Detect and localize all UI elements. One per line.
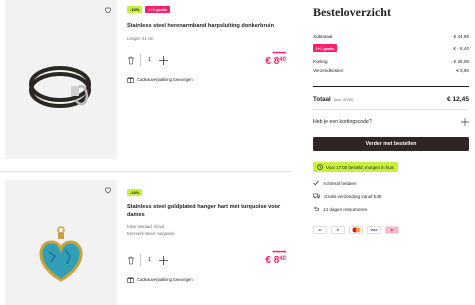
plus-icon[interactable] (158, 55, 168, 65)
new-price: € 840 (265, 255, 286, 266)
visa-logo-icon: VISA (367, 226, 381, 234)
trash-icon[interactable] (127, 56, 135, 65)
check-icon (313, 180, 319, 186)
shipping-row: Verzendkosten € 3,95 (313, 68, 469, 73)
discount-row: Korting - € 26,08 (313, 59, 469, 64)
subtotal-value: € 44,96 (453, 34, 469, 39)
promo-value: € - 8,40 (453, 45, 469, 51)
usp-item: Achteraf betalen (313, 180, 356, 186)
gift-icon (127, 77, 134, 83)
cart-item: -10% Stainless steel goldplated hanger h… (0, 180, 290, 305)
subtotal-row: Subtotaal € 44,96 (313, 34, 469, 39)
divider (140, 254, 141, 266)
heart-icon[interactable] (104, 186, 112, 194)
checkout-button[interactable]: Verder met bestellen (313, 137, 469, 151)
product-labels: -10% (127, 189, 143, 197)
trash-icon[interactable] (127, 256, 135, 265)
shipping-value: € 3,95 (456, 68, 469, 73)
discount-badge: -10% (127, 6, 143, 14)
usp-item: 14 dagen retourneren (313, 206, 367, 212)
return-icon (314, 206, 319, 211)
cart-item: -10% 1+1 gratis Stainless steel herenarm… (0, 0, 290, 162)
total-value: € 12,45 (447, 96, 469, 103)
gift-wrap-option[interactable]: Cadeauverpakking toevoegen (127, 76, 193, 83)
bracelet-illustration (29, 66, 91, 108)
promo-tag: 1+1 gratis (313, 44, 337, 52)
product-name[interactable]: Stainless steel goldplated hanger hart m… (127, 203, 297, 219)
clock-icon (317, 164, 323, 170)
truck-icon (313, 193, 320, 199)
summary-title: Besteloverzicht (313, 5, 391, 19)
plus-icon[interactable] (158, 255, 168, 265)
total-label: Totaal (incl. BTW) (313, 96, 354, 103)
discount-label: Korting (313, 59, 328, 64)
quantity-stepper: 1 (127, 54, 168, 66)
quantity-value[interactable]: 1 (146, 257, 154, 263)
coupon-label: Heb je een kortingscode? (313, 119, 372, 125)
ideal-logo-icon: iD (313, 226, 327, 234)
gift-wrap-label: Cadeauverpakking toevoegen (137, 77, 193, 82)
product-meta: Lengte: 21 cm (127, 36, 154, 41)
price-block: € 29,90 € 840 (258, 50, 286, 67)
gift-wrap-label: Cadeauverpakking toevoegen (137, 277, 193, 282)
paypal-logo-icon: P (331, 226, 345, 234)
usp-item: Gratis verzending vanaf €49 (313, 193, 381, 199)
promo-badge: 1+1 gratis (145, 6, 171, 14)
shipping-label: Verzendkosten (313, 68, 344, 73)
divider (0, 171, 292, 172)
product-labels: -10% 1+1 gratis (127, 6, 171, 14)
price-block: € 15,90 € 840 (258, 249, 286, 266)
klarna-logo-icon: K (385, 226, 399, 234)
promo-row: 1+1 gratis € - 8,40 (313, 44, 469, 52)
subtotal-label: Subtotaal (313, 34, 333, 39)
mastercard-logo-icon (349, 226, 363, 234)
delivery-banner: Voor 17:00 besteld, morgen in huis (313, 162, 398, 172)
coupon-toggle[interactable]: Heb je een kortingscode? (313, 118, 469, 126)
divider (313, 86, 469, 87)
divider (313, 109, 469, 110)
quantity-stepper: 1 (127, 254, 168, 266)
heart-icon[interactable] (104, 6, 112, 14)
gift-icon (127, 277, 134, 283)
product-image[interactable] (5, 0, 117, 159)
gift-wrap-option[interactable]: Cadeauverpakking toevoegen (127, 276, 193, 283)
plus-icon[interactable] (461, 118, 469, 126)
total-row: Totaal (incl. BTW) € 12,45 (313, 96, 469, 103)
discount-value: - € 26,08 (450, 59, 469, 64)
product-image[interactable] (5, 180, 117, 305)
discount-badge: -10% (127, 189, 143, 197)
quantity-value[interactable]: 1 (146, 57, 154, 63)
new-price: € 840 (265, 56, 286, 67)
heart-pendant-illustration (39, 226, 83, 282)
delivery-banner-text: Voor 17:00 besteld, morgen in huis (326, 164, 394, 170)
payment-methods: iD P VISA K (313, 226, 399, 234)
product-name[interactable]: Stainless steel herenarmband harpsluitin… (127, 22, 297, 30)
product-meta: Kleur sieraad: Goud Kenmerk steen: turqu… (127, 224, 175, 236)
divider (140, 54, 141, 66)
